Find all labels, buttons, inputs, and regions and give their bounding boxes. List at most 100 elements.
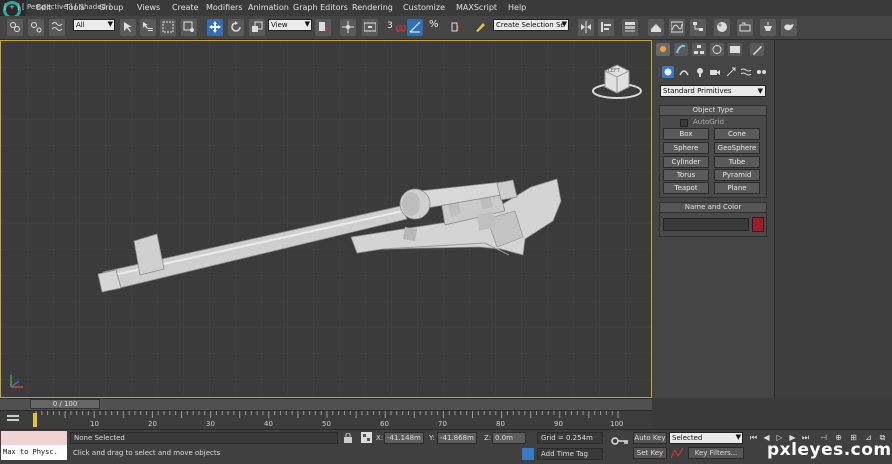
cone-button[interactable]: Cone <box>714 128 760 140</box>
key-filters-button[interactable]: Key Filters... <box>688 447 744 459</box>
spinner-snap-icon[interactable] <box>448 19 464 36</box>
align-icon[interactable] <box>598 19 614 36</box>
lights-icon[interactable] <box>694 66 706 78</box>
menu-views[interactable]: Views <box>137 3 160 12</box>
shapes-icon[interactable] <box>678 66 690 78</box>
auto-key-button[interactable]: Auto Key <box>633 432 667 444</box>
select-object-icon[interactable] <box>120 19 136 36</box>
material-editor-icon[interactable] <box>714 19 730 36</box>
menu-graph-editors[interactable]: Graph Editors <box>293 3 348 12</box>
z-coordinate-field[interactable]: 0.0m <box>492 432 526 444</box>
systems-icon[interactable] <box>755 66 767 78</box>
layer-manager-icon[interactable] <box>622 19 638 36</box>
menu-animation[interactable]: Animation <box>248 3 289 12</box>
cameras-icon[interactable] <box>709 66 721 78</box>
spacewarps-icon[interactable] <box>740 66 752 78</box>
object-color-swatch[interactable] <box>752 217 764 232</box>
rect-selection-icon[interactable] <box>160 19 176 36</box>
render-frame-icon[interactable] <box>760 19 776 36</box>
pivot-center-icon[interactable] <box>315 19 331 36</box>
chevron-down-icon: ▼ <box>304 20 310 28</box>
go-to-start-icon[interactable]: ⏮ <box>748 432 759 443</box>
grid-size-display: Grid = 0.254m <box>537 432 603 444</box>
menu-customize[interactable]: Customize <box>403 3 445 12</box>
time-tag-icon[interactable] <box>522 448 534 460</box>
menu-rendering[interactable]: Rendering <box>352 3 393 12</box>
reference-coord-dropdown[interactable]: View ▼ <box>268 19 312 31</box>
utilities-tab-icon[interactable] <box>750 43 764 56</box>
snap-toggle-label[interactable]: 3 <box>387 21 393 31</box>
render-production-icon[interactable] <box>781 19 797 36</box>
viewport-label[interactable]: [ + ] [ Perspective ] [ Shaded ] <box>4 3 111 11</box>
scale-icon[interactable] <box>249 19 265 36</box>
window-crossing-icon[interactable] <box>181 19 197 36</box>
menu-create[interactable]: Create <box>172 3 199 12</box>
tick-label: 30 <box>206 420 215 428</box>
schematic-view-icon[interactable] <box>690 19 706 36</box>
viewcube-icon[interactable] <box>589 61 645 101</box>
cylinder-button[interactable]: Cylinder <box>663 156 709 168</box>
primitive-category-dropdown[interactable]: Standard Primitives ▼ <box>660 85 766 97</box>
object-type-rollout: AutoGrid Box Cone Sphere GeoSphere Cylin… <box>659 116 767 198</box>
curve-editor-icon[interactable] <box>669 19 685 36</box>
edit-named-selection-icon[interactable] <box>472 19 488 36</box>
named-selection-dropdown[interactable]: Create Selection Se ▼ <box>493 19 569 31</box>
teapot-button[interactable]: Teapot <box>663 182 709 194</box>
bind-spacewarp-icon[interactable] <box>49 19 65 36</box>
helpers-icon[interactable] <box>725 66 737 78</box>
select-manipulate-icon[interactable] <box>340 19 356 36</box>
render-setup-icon[interactable] <box>737 19 753 36</box>
mini-curve-editor-icon[interactable] <box>6 413 20 425</box>
rifle-model <box>97 178 562 293</box>
graphite-ribbon-icon[interactable] <box>648 19 664 36</box>
link-icon[interactable] <box>7 19 23 36</box>
rotate-icon[interactable] <box>228 19 244 36</box>
hierarchy-tab-icon[interactable] <box>692 43 706 56</box>
torus-button[interactable]: Torus <box>663 169 709 181</box>
absolute-mode-icon[interactable] <box>361 432 372 443</box>
maxscript-listener-top[interactable] <box>1 431 67 445</box>
select-by-name-icon[interactable] <box>140 19 156 36</box>
add-time-tag-button[interactable]: Add Time Tag <box>537 448 603 460</box>
pyramid-button[interactable]: Pyramid <box>714 169 760 181</box>
chevron-down-icon: ▼ <box>735 433 741 441</box>
key-mode-dropdown[interactable]: Selected ▼ <box>669 432 743 444</box>
set-key-button[interactable]: Set Key <box>633 447 667 459</box>
perspective-viewport[interactable]: LEFT <box>0 40 652 398</box>
side-panel <box>774 40 892 400</box>
maxscript-listener-input[interactable]: Max to Physc. <box>1 445 67 460</box>
geometry-icon[interactable] <box>662 66 674 78</box>
plane-button[interactable]: Plane <box>714 182 760 194</box>
display-tab-icon[interactable] <box>728 43 742 56</box>
tick-label: 20 <box>148 420 157 428</box>
object-type-rollout-header[interactable]: Object Type <box>659 105 767 116</box>
motion-tab-icon[interactable] <box>710 43 724 56</box>
x-coordinate-field[interactable]: -41.148m <box>384 432 424 444</box>
angle-snap-icon[interactable] <box>407 19 423 36</box>
key-mode-value: Selected <box>672 434 703 442</box>
menu-maxscript[interactable]: MAXScript <box>456 3 497 12</box>
key-filter-curve-icon[interactable] <box>670 447 684 459</box>
tube-button[interactable]: Tube <box>714 156 760 168</box>
move-icon[interactable] <box>207 19 223 36</box>
selection-filter-dropdown[interactable]: All ▼ <box>73 19 115 31</box>
unlink-icon[interactable] <box>28 19 44 36</box>
autogrid-checkbox[interactable] <box>680 119 688 127</box>
object-name-input[interactable] <box>663 218 749 231</box>
percent-snap-icon[interactable]: % <box>427 19 443 36</box>
name-color-rollout-header[interactable]: Name and Color <box>659 202 767 213</box>
key-icon[interactable] <box>611 436 629 446</box>
lock-icon[interactable] <box>344 432 352 443</box>
time-slider-thumb[interactable]: 0 / 100 <box>30 399 100 409</box>
modify-tab-icon[interactable] <box>674 43 688 56</box>
y-coordinate-field[interactable]: -41.868m <box>437 432 477 444</box>
sphere-button[interactable]: Sphere <box>663 142 709 154</box>
name-color-title: Name and Color <box>684 203 742 211</box>
mirror-icon[interactable] <box>578 19 594 36</box>
menu-modifiers[interactable]: Modifiers <box>206 3 243 12</box>
box-button[interactable]: Box <box>663 128 709 140</box>
create-tab-icon[interactable] <box>656 43 670 56</box>
menu-help[interactable]: Help <box>508 3 526 12</box>
keyboard-shortcut-icon[interactable] <box>362 19 378 36</box>
geosphere-button[interactable]: GeoSphere <box>714 142 760 154</box>
